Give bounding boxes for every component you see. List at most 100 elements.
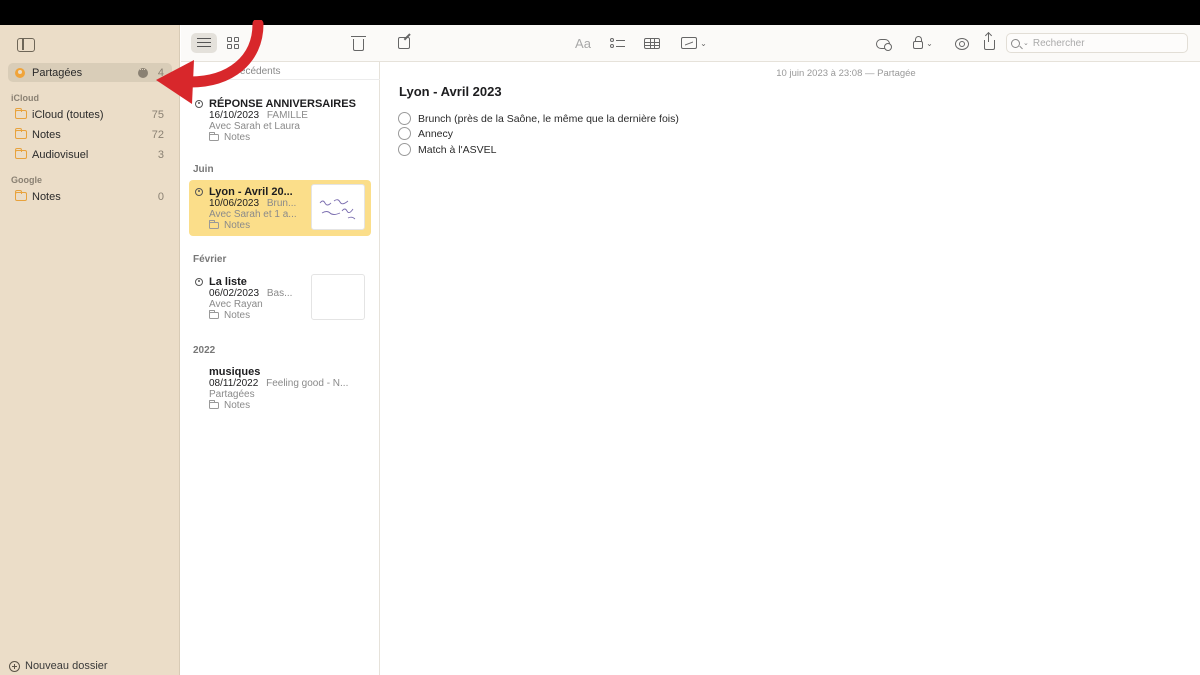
sidebar-section-icloud: iCloud [11, 93, 39, 103]
folder-icon [15, 190, 27, 201]
compose-icon [398, 37, 410, 49]
sidebar-section-google: Google [11, 175, 42, 185]
checklist-button[interactable] [606, 33, 628, 53]
collaborate-button[interactable] [873, 33, 895, 53]
note-item[interactable]: musiques 08/11/2022 Feeling good - N... … [189, 360, 371, 416]
note-thumbnail [311, 274, 365, 320]
group-label-juin: Juin [193, 164, 214, 175]
sidebar-item-count: 0 [157, 190, 164, 203]
folder-icon [209, 132, 219, 141]
note-folder-label: Notes [224, 220, 251, 231]
table-button[interactable] [641, 33, 663, 53]
new-note-button[interactable] [393, 33, 415, 53]
note-date-preview: 06/02/2023 Bas... [209, 288, 292, 299]
sidebar-item-google-notes[interactable]: Notes 0 [8, 187, 172, 206]
note-date-preview: 08/11/2022 Feeling good - N... [209, 378, 348, 389]
note-folder: Notes [209, 400, 250, 411]
group-label-2022: 2022 [193, 345, 216, 356]
note-folder-label: Notes [224, 132, 251, 143]
folder-icon [209, 310, 219, 319]
sidebar-item-label: Audiovisuel [32, 148, 89, 161]
photo-icon [681, 37, 698, 49]
search-input[interactable] [1032, 37, 1173, 49]
note-date: 08/11/2022 [209, 378, 259, 389]
folder-icon [209, 220, 219, 229]
note-item-selected[interactable]: Lyon - Avril 20... 10/06/2023 Brun... Av… [189, 180, 371, 236]
note-date-preview: 16/10/2023 FAMILLE [209, 110, 308, 121]
sidebar-item-count: 75 [151, 108, 164, 121]
note-preview: Brun... [266, 198, 297, 209]
sidebar: Partagées 4 iCloud iCloud (toutes) 75 No… [0, 25, 180, 675]
collaborate-icon [876, 37, 892, 51]
checkbox-circle[interactable] [398, 143, 411, 156]
toolbar: Aa ⌄ ⌄ ⌄ [181, 25, 1200, 62]
folder-icon [15, 128, 27, 139]
search-icon [1011, 38, 1020, 48]
media-button[interactable]: ⌄ [677, 33, 711, 53]
sidebar-item-shared[interactable]: Partagées 4 [8, 63, 172, 82]
note-folder: Notes [209, 132, 250, 143]
people-icon [954, 37, 971, 50]
sidebar-item-label: iCloud (toutes) [32, 108, 104, 121]
chevron-down-icon: ⌄ [700, 38, 707, 48]
group-label-fevrier: Février [193, 254, 227, 265]
new-folder-label: Nouveau dossier [25, 660, 108, 672]
note-shared-with: Partagées [209, 389, 255, 400]
sidebar-item-label: Notes [32, 128, 61, 141]
format-button[interactable]: Aa [571, 33, 595, 53]
trash-icon [350, 35, 366, 51]
more-options-icon[interactable] [138, 64, 148, 78]
note-editor[interactable]: 10 juin 2023 à 23:08 — Partagée Lyon - A… [381, 62, 1200, 675]
note-meta: 10 juin 2023 à 23:08 — Partagée [776, 68, 916, 79]
note-title: La liste [209, 276, 247, 288]
sidebar-item-icloud-all[interactable]: iCloud (toutes) 75 [8, 105, 172, 124]
note-title: Lyon - Avril 20... [209, 186, 293, 198]
checklist-item: Brunch (près de la Saône, le même que la… [398, 112, 679, 125]
share-button[interactable] [979, 33, 999, 53]
checkbox-circle[interactable] [398, 127, 411, 140]
chevron-down-icon: ⌄ [926, 38, 933, 48]
handwriting-thumbnail [311, 184, 365, 230]
note-folder: Notes [209, 220, 250, 231]
search-field[interactable]: ⌄ [1006, 33, 1188, 53]
shared-icon [195, 188, 203, 196]
table-icon [644, 37, 660, 49]
folder-icon [15, 148, 27, 159]
share-icon [983, 33, 995, 50]
note-preview: Feeling good - N... [266, 378, 349, 389]
note-folder-label: Notes [224, 400, 251, 411]
checklist-item: Match à l'ASVEL [398, 143, 496, 156]
shared-person-icon [15, 68, 25, 78]
note-shared-with: Avec Rayan [209, 299, 263, 310]
folder-icon [209, 400, 219, 409]
note-preview: FAMILLE [266, 110, 308, 121]
note-date-preview: 10/06/2023 Brun... [209, 198, 296, 209]
checklist-item-text: Annecy [418, 127, 454, 140]
note-shared-with: Avec Sarah et Laura [209, 121, 300, 132]
note-preview: Bas... [266, 288, 293, 299]
note-title: musiques [209, 366, 261, 378]
shared-icon [195, 278, 203, 286]
lock-icon [913, 36, 924, 49]
new-folder-button[interactable]: Nouveau dossier [9, 660, 108, 672]
plus-circle-icon [9, 660, 20, 672]
sidebar-item-notes[interactable]: Notes 72 [8, 125, 172, 144]
delete-button[interactable] [347, 33, 369, 53]
sidebar-item-count: 3 [157, 148, 164, 161]
sidebar-toggle-icon[interactable] [17, 38, 35, 52]
note-folder-label: Notes [224, 310, 251, 321]
checkbox-circle[interactable] [398, 112, 411, 125]
checklist-item-text: Match à l'ASVEL [418, 143, 497, 156]
lock-button[interactable]: ⌄ [907, 33, 939, 53]
note-list: précédents RÉPONSE ANNIVERSAIRES 16/10/2… [181, 62, 380, 675]
sidebar-item-audiovisuel[interactable]: Audiovisuel 3 [8, 145, 172, 164]
checklist-icon [609, 37, 625, 49]
checklist-item: Annecy [398, 127, 453, 140]
share-people-button[interactable] [951, 33, 973, 53]
note-item[interactable]: La liste 06/02/2023 Bas... Avec Rayan No… [189, 270, 371, 326]
checklist-item-text: Brunch (près de la Saône, le même que la… [418, 112, 679, 125]
note-date: 16/10/2023 [209, 110, 260, 121]
note-heading: Lyon - Avril 2023 [399, 84, 502, 99]
note-date: 06/02/2023 [209, 288, 260, 299]
sidebar-item-count: 72 [151, 128, 164, 141]
